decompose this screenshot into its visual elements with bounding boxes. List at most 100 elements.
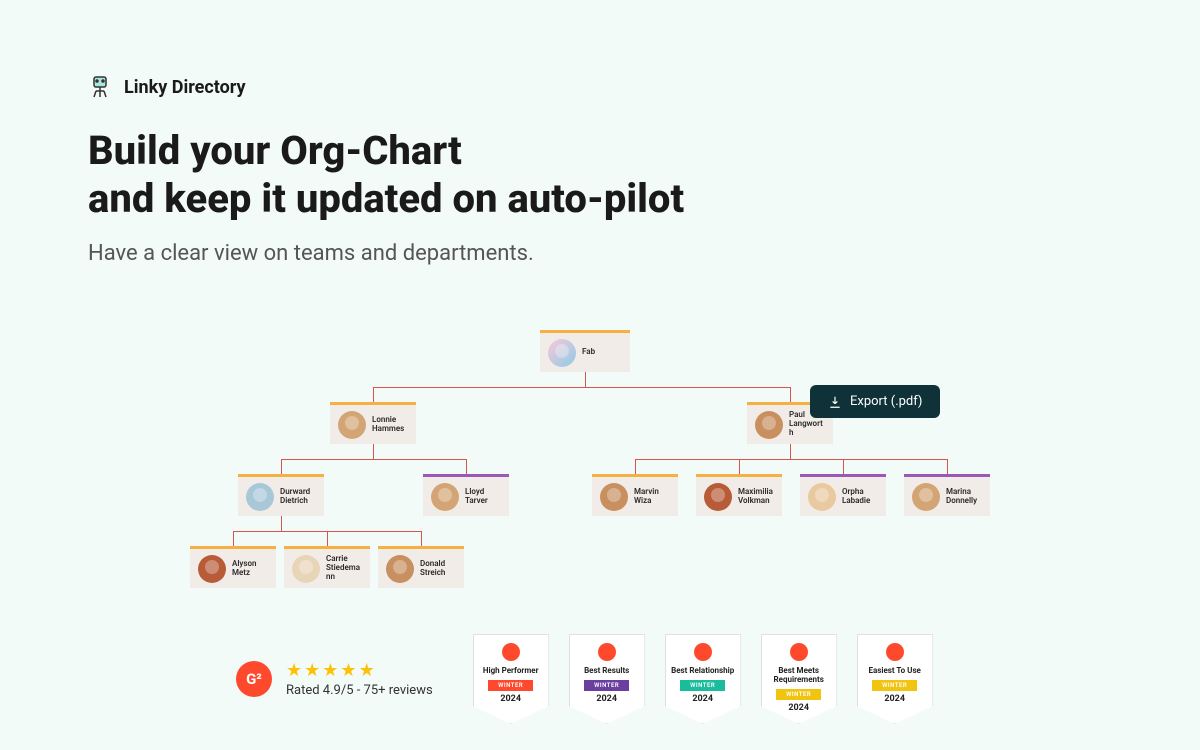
badge-year: 2024 [788,703,809,713]
g2-icon [790,643,808,661]
org-node-name: Alyson Metz [232,560,268,578]
connector [466,459,467,474]
download-icon [828,395,842,409]
connector [790,444,791,459]
avatar [246,483,274,511]
badge-year: 2024 [692,694,713,704]
star-icon: ★ [322,660,338,681]
connector [421,531,422,546]
star-icon: ★ [340,660,356,681]
avatar [912,483,940,511]
org-node-name: Fab [582,348,595,357]
g2-logo-icon: G² [236,661,272,697]
connector [947,459,948,474]
org-node-root[interactable]: Fab [540,330,630,372]
brand: Linky Directory [88,75,1200,99]
connector [281,516,282,531]
star-icon: ★ [304,660,320,681]
connector [739,459,740,474]
avatar [198,555,226,583]
badge-ribbon: WINTER [584,680,629,691]
hero-header: Linky Directory Build your Org-Chart and… [0,0,1200,266]
org-node-name: Donald Streich [420,560,456,578]
badge-ribbon: WINTER [488,680,533,691]
badge-year: 2024 [596,694,617,704]
org-node-name: Lonnie Hammes [372,416,408,434]
connector [233,531,234,546]
headline-line-2: and keep it updated on auto-pilot [88,175,684,222]
avatar [808,483,836,511]
star-icon: ★ [286,660,302,681]
badge-title: Best Relationship [667,667,738,676]
badge-year: 2024 [884,694,905,704]
org-node[interactable]: Alyson Metz [190,546,276,588]
star-icon: ★ [359,660,375,681]
avatar [755,411,783,439]
connector [281,459,282,474]
connector [843,459,844,474]
org-node[interactable]: Durward Dietrich [238,474,324,516]
org-node-name: Durward Dietrich [280,488,316,506]
badge-ribbon: WINTER [680,680,725,691]
award-badge: Easiest To Use WINTER 2024 [857,634,933,724]
org-node[interactable]: Lonnie Hammes [330,402,416,444]
org-node[interactable]: Donald Streich [378,546,464,588]
award-badge: Best Relationship WINTER 2024 [665,634,741,724]
star-rating: ★ ★ ★ ★ ★ [286,660,433,681]
award-badge: Best Meets Requirements WINTER 2024 [761,634,837,724]
g2-icon [502,643,520,661]
connector [790,387,791,402]
headline: Build your Org-Chart and keep it updated… [88,127,1200,223]
export-label: Export (.pdf) [850,394,922,409]
headline-line-1: Build your Org-Chart [88,127,462,174]
connector [585,372,586,387]
avatar [548,339,576,367]
g2-icon [886,643,904,661]
badge-title: Best Meets Requirements [762,667,836,685]
badge-year: 2024 [500,694,521,704]
avatar [386,555,414,583]
brand-name: Linky Directory [124,77,246,98]
export-pdf-button[interactable]: Export (.pdf) [810,385,940,418]
badge-title: Easiest To Use [864,667,924,676]
brand-robot-icon [88,75,112,99]
org-node-name: Lloyd Tarver [465,488,501,506]
badge-ribbon: WINTER [872,680,917,691]
org-node-name: Orpha Labadie [842,488,878,506]
org-node[interactable]: Marvin Wiza [592,474,678,516]
rating-text: Rated 4.9/5 - 75+ reviews [286,683,433,698]
org-node[interactable]: Carrie Stiedemann [284,546,370,588]
g2-icon [598,643,616,661]
social-proof-footer: G² ★ ★ ★ ★ ★ Rated 4.9/5 - 75+ reviews H… [236,634,933,724]
award-badge: High Performer WINTER 2024 [473,634,549,724]
org-node[interactable]: Maximilia Volkman [696,474,782,516]
connector [373,444,374,459]
connector [635,459,947,460]
award-badge: Best Results WINTER 2024 [569,634,645,724]
org-node-name: Carrie Stiedemann [326,555,362,581]
connector [281,459,466,460]
rating-block: G² ★ ★ ★ ★ ★ Rated 4.9/5 - 75+ reviews [236,660,433,698]
org-chart: Fab Lonnie Hammes Paul Langworth Durward… [190,320,1010,630]
connector [327,531,328,546]
connector [373,387,790,388]
award-badges: High Performer WINTER 2024 Best Results … [473,634,933,724]
org-node-name: Maximilia Volkman [738,488,774,506]
badge-title: High Performer [479,667,543,676]
org-node-name: Marina Donnelly [946,488,982,506]
g2-icon [694,643,712,661]
subheadline: Have a clear view on teams and departmen… [88,241,1200,266]
org-node[interactable]: Lloyd Tarver [423,474,509,516]
avatar [292,555,320,583]
avatar [338,411,366,439]
org-node[interactable]: Marina Donnelly [904,474,990,516]
org-node[interactable]: Orpha Labadie [800,474,886,516]
avatar [431,483,459,511]
connector [635,459,636,474]
avatar [600,483,628,511]
connector [373,387,374,402]
badge-ribbon: WINTER [776,689,821,700]
badge-title: Best Results [580,667,633,676]
org-node-name: Marvin Wiza [634,488,670,506]
avatar [704,483,732,511]
